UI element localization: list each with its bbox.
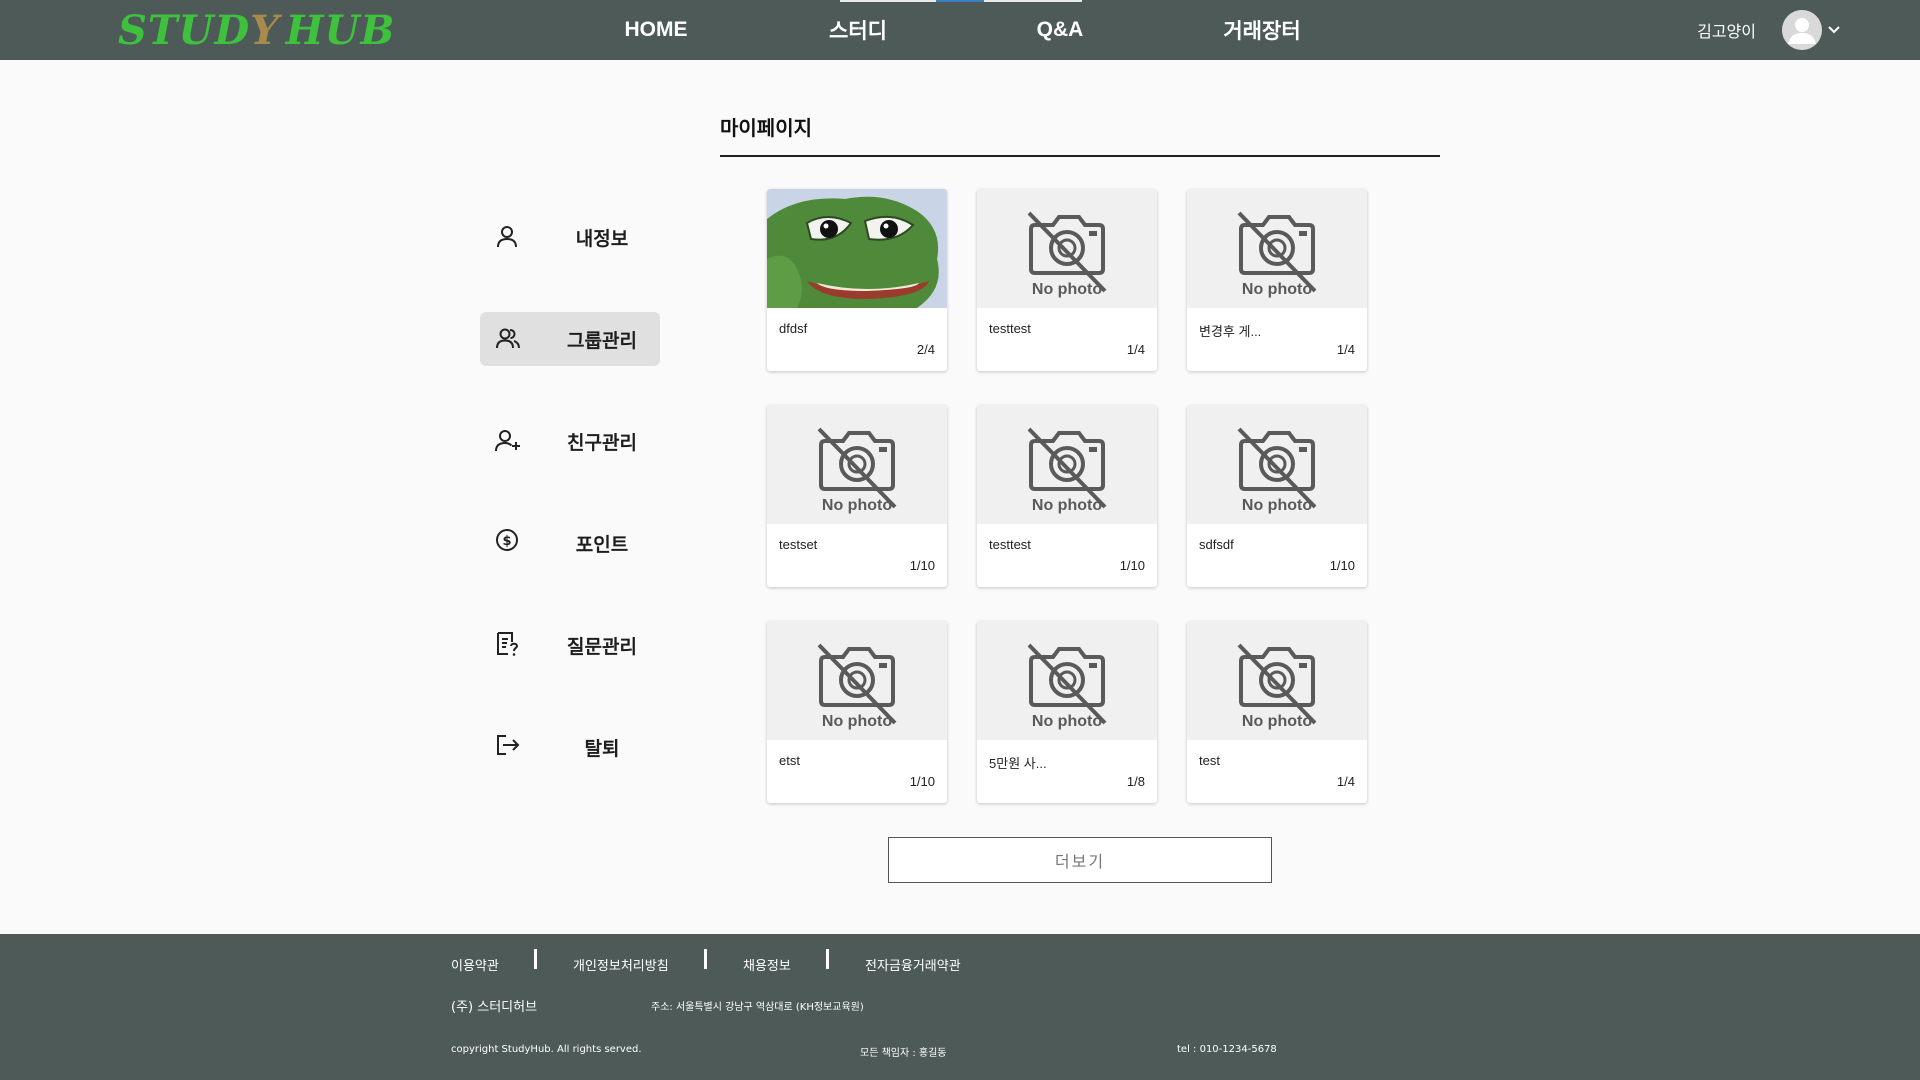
username: 김고양이 — [1697, 22, 1756, 41]
no-photo-text: No photo — [1032, 281, 1102, 298]
no-photo-placeholder-icon: No photo — [767, 405, 947, 524]
nav-indicator-active — [936, 0, 984, 2]
logout-icon — [494, 733, 522, 761]
footer-link-privacy[interactable]: 개인정보처리방침 — [573, 955, 669, 974]
no-photo-placeholder-icon: No photo — [1187, 621, 1367, 740]
no-photo-text: No photo — [1242, 281, 1312, 298]
sidebar-item-points[interactable]: $ 포인트 — [480, 516, 660, 570]
sidebar-item-label: 질문관리 — [567, 636, 637, 658]
no-photo-text: No photo — [1032, 497, 1102, 514]
group-name: etst — [779, 753, 800, 768]
sidebar-item-label: 탈퇴 — [584, 738, 620, 760]
nav-qa[interactable]: Q&A — [1000, 0, 1120, 60]
footer-link-terms[interactable]: 이용약관 — [451, 955, 499, 974]
group-card[interactable]: No photo sdfsdf 1/10 — [1187, 405, 1367, 587]
group-member-count: 1/10 — [1329, 558, 1355, 573]
sidebar-item-label: 친구관리 — [567, 432, 637, 454]
nav-study[interactable]: 스터디 — [798, 0, 918, 60]
add-friend-icon — [494, 427, 522, 455]
dollar-coin-icon: $ — [494, 529, 522, 557]
footer-divider — [826, 949, 829, 969]
group-member-count: 1/10 — [909, 558, 935, 573]
group-name: test — [1199, 753, 1220, 768]
logo-text-hub: HUB — [285, 6, 396, 54]
top-header: STUD Y HUB HOME 스터디 Q&A 거래장터 김고양이 — [0, 0, 1920, 60]
title-divider — [720, 155, 1440, 157]
sidebar-item-group-manage[interactable]: 그룹관리 — [480, 312, 660, 366]
group-name: testtest — [989, 537, 1031, 552]
group-name: dfdsf — [779, 321, 808, 336]
logo-text-stud: STUD — [118, 6, 251, 54]
group-member-count: 1/8 — [1126, 774, 1145, 789]
no-photo-placeholder-icon: No photo — [767, 621, 947, 740]
footer-tel: tel : 010-1234-5678 — [1177, 1044, 1277, 1055]
group-card[interactable]: No photo 변경후 게... 1/4 — [1187, 189, 1367, 371]
footer-link-e-finance-terms[interactable]: 전자금융거래약관 — [865, 955, 961, 974]
group-name: testtest — [989, 321, 1031, 336]
nav-home[interactable]: HOME — [596, 0, 716, 60]
footer-divider — [704, 949, 707, 969]
no-photo-placeholder-icon: No photo — [977, 405, 1157, 524]
group-name: 5만원 사... — [989, 756, 1047, 771]
group-card[interactable]: dfdsf 2/4 — [767, 189, 947, 371]
group-member-count: 1/4 — [1336, 342, 1355, 357]
group-member-count: 1/4 — [1336, 774, 1355, 789]
group-card[interactable]: No photo testtest 1/4 — [977, 189, 1157, 371]
no-photo-placeholder-icon: No photo — [1187, 405, 1367, 524]
group-member-count: 1/10 — [909, 774, 935, 789]
sidebar-item-label: 내정보 — [575, 228, 629, 250]
group-name: sdfsdf — [1199, 537, 1234, 552]
svg-text:$: $ — [502, 534, 511, 549]
group-name: 변경후 게... — [1199, 324, 1262, 339]
group-member-count: 2/4 — [916, 342, 935, 357]
group-card[interactable]: No photo testset 1/10 — [767, 405, 947, 587]
user-icon — [494, 223, 522, 251]
studyhub-logo[interactable]: STUD Y HUB — [118, 6, 396, 54]
group-member-count: 1/10 — [1119, 558, 1145, 573]
footer-address: 주소: 서울특별시 강남구 역삼대로 (KH정보교육원) — [651, 1002, 864, 1013]
group-card[interactable]: No photo etst 1/10 — [767, 621, 947, 803]
group-card[interactable]: No photo 5만원 사... 1/8 — [977, 621, 1157, 803]
no-photo-placeholder-icon: No photo — [977, 621, 1157, 740]
sidebar-item-my-info[interactable]: 내정보 — [480, 210, 660, 264]
no-photo-placeholder-icon: No photo — [1187, 189, 1367, 308]
footer: 이용약관 개인정보처리방침 채용정보 전자금융거래약관 (주) 스터디허브 주소… — [0, 934, 1920, 1080]
no-photo-text: No photo — [1242, 713, 1312, 730]
question-document-icon — [494, 631, 522, 659]
footer-divider — [534, 949, 537, 969]
no-photo-text: No photo — [1242, 497, 1312, 514]
group-icon — [494, 325, 522, 353]
footer-owner: 모든 책임자 : 홍길동 — [860, 1048, 947, 1059]
no-photo-text: No photo — [822, 497, 892, 514]
footer-link-careers[interactable]: 채용정보 — [743, 955, 791, 974]
group-card[interactable]: No photo testtest 1/10 — [977, 405, 1157, 587]
group-card[interactable]: No photo test 1/4 — [1187, 621, 1367, 803]
group-name: testset — [779, 537, 818, 552]
user-avatar-icon[interactable] — [1782, 10, 1822, 50]
group-thumbnail-image — [767, 189, 947, 308]
footer-copyright: copyright StudyHub. All rights served. — [451, 1044, 642, 1055]
sidebar-item-label: 포인트 — [575, 534, 629, 556]
no-photo-text: No photo — [1032, 713, 1102, 730]
sidebar-item-withdraw[interactable]: 탈퇴 — [480, 720, 660, 774]
group-member-count: 1/4 — [1126, 342, 1145, 357]
chevron-down-icon[interactable] — [1826, 22, 1842, 38]
sidebar-item-friend-manage[interactable]: 친구관리 — [480, 414, 660, 468]
no-photo-placeholder-icon: No photo — [977, 189, 1157, 308]
footer-company: (주) 스터디허브 — [451, 1000, 538, 1015]
nav-market[interactable]: 거래장터 — [1202, 0, 1322, 60]
no-photo-text: No photo — [822, 713, 892, 730]
sidebar-item-label: 그룹관리 — [567, 330, 637, 352]
page-title: 마이페이지 — [720, 118, 812, 140]
load-more-button[interactable]: 더보기 — [888, 837, 1272, 883]
sidebar-item-question-manage[interactable]: 질문관리 — [480, 618, 660, 672]
logo-text-y: Y — [250, 6, 280, 54]
